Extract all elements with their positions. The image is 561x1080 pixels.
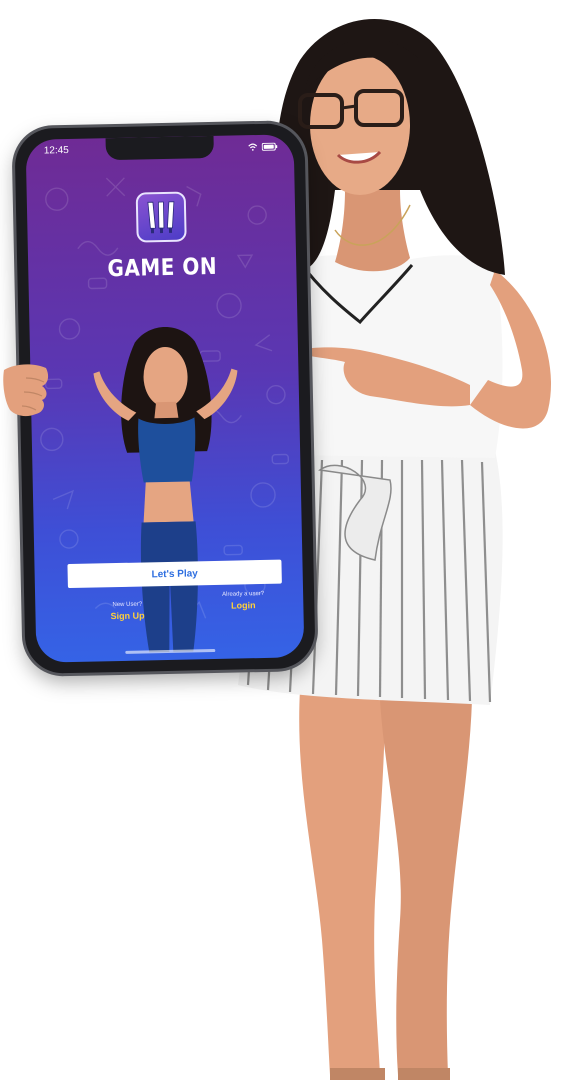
signup-block: New User? Sign Up [97, 601, 157, 622]
status-icons [248, 142, 278, 152]
app-logo-icon [135, 191, 187, 243]
sign-up-link[interactable]: Sign Up [97, 610, 157, 621]
phone-device: 12:45 GAME ON Let's Play New User? Sign … [14, 123, 316, 674]
status-time: 12:45 [43, 144, 69, 157]
battery-icon [261, 142, 278, 151]
app-screen: 12:45 GAME ON Let's Play New User? Sign … [25, 134, 305, 663]
wifi-icon [248, 143, 258, 151]
cricket-bats-logo-icon [147, 201, 175, 234]
new-user-caption: New User? [112, 601, 143, 609]
app-title: GAME ON [107, 252, 218, 282]
existing-user-caption: Already a user? [222, 590, 265, 598]
phone-notch [105, 135, 214, 161]
login-block: Already a user? Login [208, 591, 278, 611]
holding-hand [3, 364, 49, 417]
login-link[interactable]: Login [208, 600, 278, 611]
lets-play-button[interactable]: Let's Play [67, 559, 282, 589]
